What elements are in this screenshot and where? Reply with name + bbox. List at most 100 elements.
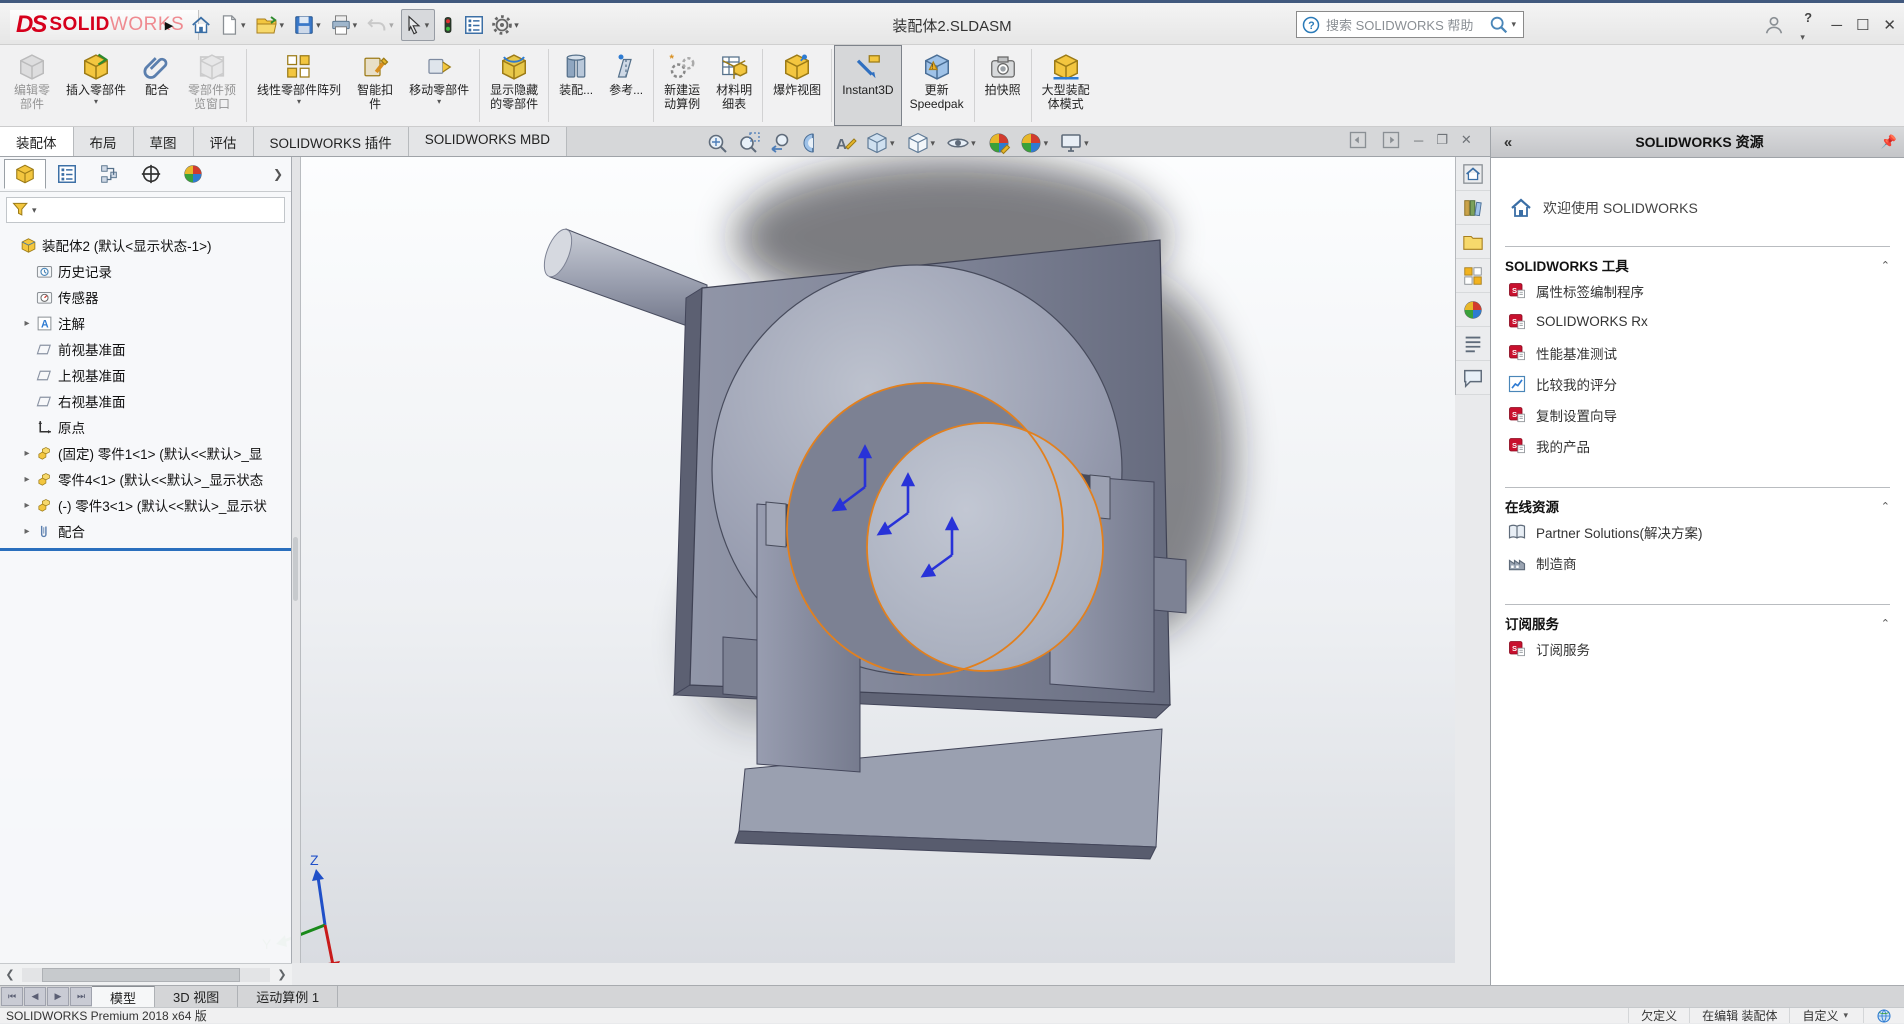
help-icon[interactable]: ?▾ [1799, 8, 1817, 43]
featuremanager-tab[interactable] [4, 159, 46, 189]
linear-component-pattern-button[interactable]: 线性零部件阵列▾ [249, 45, 349, 126]
edit-appearance-button[interactable] [985, 130, 1013, 156]
tab-装配体[interactable]: 装配体 [0, 127, 74, 156]
expand-arrow-icon[interactable]: ▸ [20, 500, 34, 511]
tree-item[interactable]: ▸(固定) 零件1<1> (默认<<默认>_显 [0, 440, 291, 466]
propertymanager-tab[interactable] [46, 159, 88, 189]
dropdown-icon[interactable]: ▾ [389, 20, 394, 31]
move-component-button[interactable]: 移动零部件▾ [401, 45, 477, 126]
dropdown-icon[interactable]: ▾ [280, 20, 285, 31]
print-button[interactable]: ▾ [328, 10, 363, 40]
tree-item[interactable]: 前视基准面 [0, 336, 291, 362]
tree-item[interactable]: 原点 [0, 414, 291, 440]
search-input[interactable]: ? 搜索 SOLIDWORKS 帮助 ▾ [1296, 11, 1524, 38]
expand-arrow-icon[interactable]: ▸ [20, 474, 34, 485]
panel-horizontal-scrollbar[interactable]: ❮ ❯ [0, 963, 292, 985]
options-button[interactable]: ▾ [489, 10, 524, 40]
pane-split-left-icon[interactable] [1348, 130, 1368, 150]
tree-filter-input[interactable]: ▾ [6, 197, 285, 223]
dropdown-icon[interactable]: ▾ [94, 97, 98, 107]
doc-close-button[interactable]: ✕ [1461, 132, 1472, 148]
dropdown-icon[interactable]: ▾ [514, 20, 519, 31]
menu-flyout-icon[interactable]: ▶ [160, 11, 178, 39]
taskpane-tab-design-library[interactable] [1456, 191, 1490, 225]
section-header[interactable]: 在线资源 ⌃ [1505, 487, 1890, 516]
dropdown-icon[interactable]: ▾ [1084, 138, 1089, 149]
next-tab-button[interactable]: ▶ [47, 987, 69, 1006]
doc-minimize-button[interactable]: ─ [1414, 133, 1423, 148]
dropdown-icon[interactable]: ▾ [1843, 1010, 1848, 1021]
configurationmanager-tab[interactable] [88, 159, 130, 189]
hide-show-items-button[interactable]: ▾ [944, 130, 981, 156]
expand-arrow-icon[interactable]: ▸ [20, 526, 34, 537]
scroll-right-icon[interactable]: ❯ [272, 968, 292, 981]
rollback-bar[interactable] [0, 548, 291, 551]
maximize-button[interactable]: ☐ [1856, 16, 1869, 34]
tree-item[interactable]: 历史记录 [0, 258, 291, 284]
chevron-up-icon[interactable]: ⌃ [1881, 259, 1890, 272]
prev-tab-button[interactable]: ◀ [24, 987, 46, 1006]
zoom-to-area-button[interactable] [735, 130, 763, 156]
scroll-left-icon[interactable]: ❮ [0, 968, 20, 981]
tab-评估[interactable]: 评估 [194, 127, 254, 156]
taskpane-link[interactable]: S 性能基准测试 [1505, 337, 1890, 368]
display-style-button[interactable]: ▾ [904, 130, 941, 156]
dropdown-icon[interactable]: ▾ [425, 20, 430, 31]
tree-item[interactable]: ▸A注解 [0, 310, 291, 336]
taskpane-link[interactable]: S 属性标签编制程序 [1505, 275, 1890, 306]
previous-view-button[interactable] [767, 130, 795, 156]
mate-button[interactable]: 配合 [134, 45, 180, 126]
tab-草图[interactable]: 草图 [134, 127, 194, 156]
dropdown-icon[interactable]: ▾ [971, 138, 976, 149]
dimxpertmanager-tab[interactable] [130, 159, 172, 189]
dropdown-icon[interactable]: ▾ [931, 138, 936, 149]
panel-splitter[interactable] [292, 157, 301, 963]
chevron-up-icon[interactable]: ⌃ [1881, 617, 1890, 630]
view-orientation-button[interactable]: ▾ [863, 130, 900, 156]
taskpane-link[interactable]: 比较我的评分 [1505, 368, 1890, 399]
tab-solidworks-插件[interactable]: SOLIDWORKS 插件 [254, 127, 409, 156]
tree-item[interactable]: 装配体2 (默认<显示状态-1>) [0, 232, 291, 258]
assembly-features-button[interactable]: 装配... [551, 45, 601, 126]
home-button[interactable] [188, 10, 214, 40]
tree-item[interactable]: ▸配合 [0, 518, 291, 544]
dropdown-icon[interactable]: ▾ [437, 97, 441, 107]
undo-button[interactable]: ▾ [364, 10, 399, 40]
taskpane-tab-custom-properties[interactable] [1456, 327, 1490, 361]
large-assembly-mode-button[interactable]: 大型装配 体模式 [1034, 45, 1098, 126]
welcome-link[interactable]: 欢迎使用 SOLIDWORKS [1509, 196, 1904, 220]
annotation-visibility-button[interactable]: A [831, 130, 859, 156]
taskpane-link[interactable]: S 我的产品 [1505, 430, 1890, 461]
tree-item[interactable]: 传感器 [0, 284, 291, 310]
scrollbar-thumb[interactable] [42, 968, 240, 982]
section-view-button[interactable] [799, 130, 827, 156]
dropdown-icon[interactable]: ▾ [241, 20, 246, 31]
search-dropdown-icon[interactable]: ▾ [1511, 19, 1516, 30]
tab-solidworks-mbd[interactable]: SOLIDWORKS MBD [409, 127, 567, 156]
dropdown-icon[interactable]: ▾ [297, 97, 301, 107]
zoom-fit-button[interactable] [703, 130, 731, 156]
tree-item[interactable]: ▸零件4<1> (默认<<默认>_显示状态 [0, 466, 291, 492]
insert-components-button[interactable]: 插入零部件▾ [58, 45, 134, 126]
new-document-button[interactable]: ▾ [216, 10, 251, 40]
chevron-up-icon[interactable]: ⌃ [1881, 500, 1890, 513]
login-icon[interactable] [1763, 14, 1785, 36]
search-icon[interactable] [1488, 14, 1510, 36]
dropdown-icon[interactable]: ▾ [353, 20, 358, 31]
expand-arrow-icon[interactable]: ▸ [20, 318, 34, 329]
pane-split-right-icon[interactable] [1381, 130, 1401, 150]
expand-arrow-icon[interactable]: ▸ [20, 448, 34, 459]
filter-funnel-icon[interactable] [11, 200, 31, 220]
dropdown-icon[interactable]: ▾ [1044, 138, 1049, 149]
taskpane-tab-view-palette[interactable] [1456, 259, 1490, 293]
last-tab-button[interactable]: ⏭ [70, 987, 92, 1006]
tree-item[interactable]: 右视基准面 [0, 388, 291, 414]
pin-icon[interactable]: 📌 [1874, 134, 1904, 150]
section-header[interactable]: 订阅服务 ⌃ [1505, 604, 1890, 633]
dropdown-icon[interactable]: ▾ [316, 20, 321, 31]
tree-item[interactable]: 上视基准面 [0, 362, 291, 388]
taskpane-tab-resources[interactable] [1456, 157, 1490, 191]
section-header[interactable]: SOLIDWORKS 工具 ⌃ [1505, 246, 1890, 275]
take-snapshot-button[interactable]: 拍快照 [977, 45, 1029, 126]
minimize-button[interactable]: ─ [1831, 17, 1842, 34]
